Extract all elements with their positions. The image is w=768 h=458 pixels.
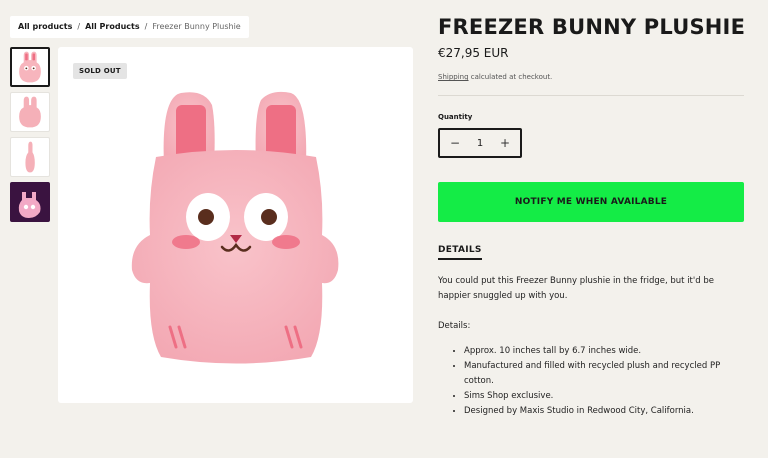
bunny-thumbnail-icon <box>19 51 41 83</box>
breadcrumb-separator: / <box>144 22 148 31</box>
bunny-back-thumbnail-icon <box>19 96 41 128</box>
thumbnail-front[interactable] <box>10 47 50 87</box>
thumbnail-side[interactable] <box>10 137 50 177</box>
divider <box>438 95 744 96</box>
bunny-scene-thumbnail-icon <box>12 184 48 220</box>
bunny-plushie-image <box>131 91 339 364</box>
breadcrumb-separator: / <box>77 22 81 31</box>
list-item: Manufactured and filled with recycled pl… <box>464 359 744 389</box>
breadcrumb-all-products-2[interactable]: All Products <box>85 16 140 38</box>
shipping-note: Shipping calculated at checkout. <box>438 73 744 81</box>
quantity-value[interactable]: 1 <box>477 138 483 149</box>
breadcrumb-current: Freezer Bunny Plushie <box>152 22 241 31</box>
quantity-decrease-button[interactable]: − <box>448 136 462 150</box>
shipping-link[interactable]: Shipping <box>438 73 469 81</box>
bunny-side-thumbnail-icon <box>25 141 35 173</box>
thumbnail-back[interactable] <box>10 92 50 132</box>
breadcrumb: All products / All Products / Freezer Bu… <box>10 16 249 38</box>
product-description: You could put this Freezer Bunny plushie… <box>438 276 714 301</box>
product-main-image[interactable]: SOLD OUT <box>58 47 413 403</box>
product-title: FREEZER BUNNY PLUSHIE <box>438 15 746 39</box>
quantity-increase-button[interactable]: + <box>498 136 512 150</box>
details-subheading: Details: <box>438 321 471 331</box>
shipping-note-text: calculated at checkout. <box>468 73 553 81</box>
details-heading[interactable]: DETAILS <box>438 245 482 260</box>
thumbnail-in-game[interactable] <box>10 182 50 222</box>
list-item: Designed by Maxis Studio in Redwood City… <box>464 404 744 419</box>
product-info: FREEZER BUNNY PLUSHIE €27,95 EUR Shippin… <box>438 12 746 419</box>
quantity-label: Quantity <box>438 113 473 121</box>
list-item: Approx. 10 inches tall by 6.7 inches wid… <box>464 344 744 359</box>
details-list: Approx. 10 inches tall by 6.7 inches wid… <box>438 344 744 419</box>
notify-me-button[interactable]: NOTIFY ME WHEN AVAILABLE <box>438 182 744 222</box>
quantity-stepper: − 1 + <box>438 128 522 158</box>
list-item: Sims Shop exclusive. <box>464 389 744 404</box>
product-price: €27,95 EUR <box>438 46 509 60</box>
thumbnail-list <box>10 47 50 227</box>
sold-out-badge: SOLD OUT <box>73 63 127 79</box>
breadcrumb-all-products[interactable]: All products <box>18 16 72 38</box>
